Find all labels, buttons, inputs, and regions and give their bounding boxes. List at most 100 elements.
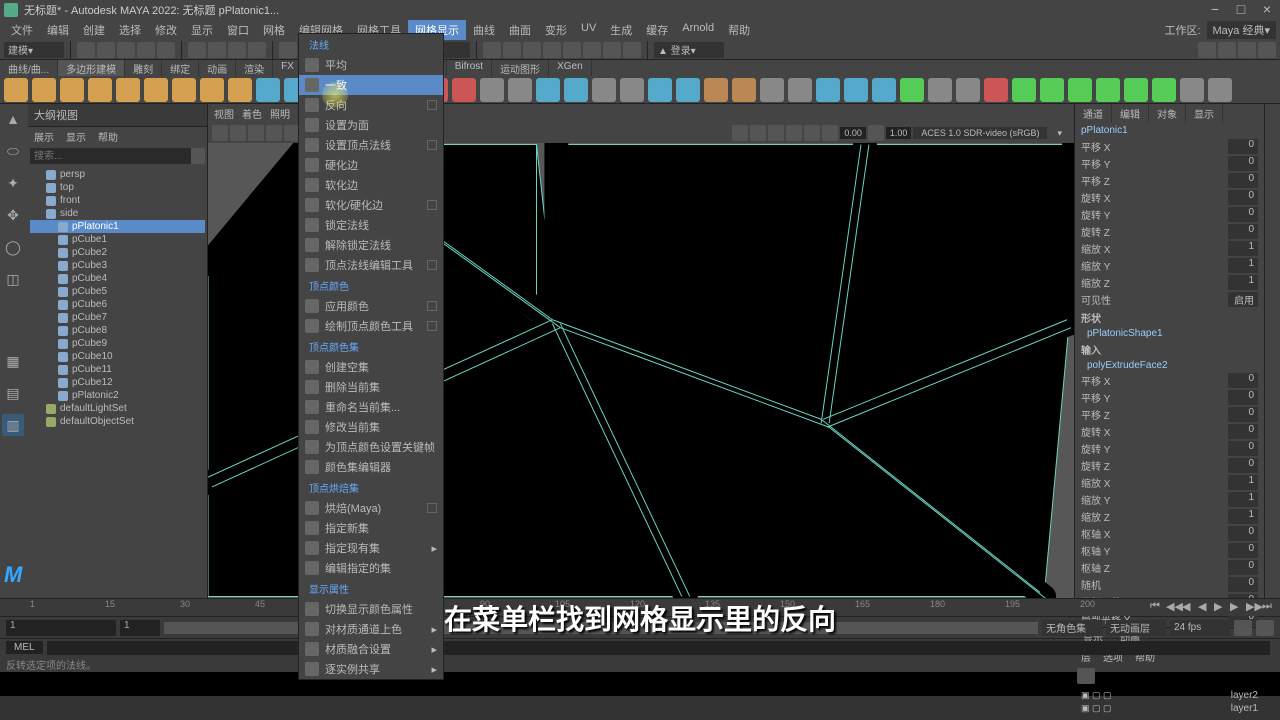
shelf-button[interactable] (816, 78, 840, 102)
hist1-icon[interactable] (483, 42, 501, 58)
outliner-item[interactable]: pCube10 (30, 350, 205, 363)
fps-combo[interactable]: 24 fps (1170, 620, 1230, 636)
shelf-button[interactable] (592, 78, 616, 102)
menu-14[interactable]: UV (574, 20, 603, 40)
outliner-menu[interactable]: 展示 (34, 129, 54, 144)
play-rev-icon[interactable]: ◀ (1198, 600, 1212, 614)
panel1-icon[interactable] (1198, 42, 1216, 58)
layout-tool-icon[interactable]: ▦ (2, 350, 24, 372)
channel-row[interactable]: 旋转 X0 (1075, 423, 1264, 440)
outliner-search[interactable] (30, 148, 191, 164)
vp-icon[interactable] (750, 125, 766, 141)
outliner-item[interactable]: pCube8 (30, 324, 205, 337)
channel-object[interactable]: pPlatonic1 (1075, 123, 1264, 138)
panel3-icon[interactable] (1238, 42, 1256, 58)
menu-item[interactable]: 应用颜色 (299, 296, 443, 316)
menu-item[interactable]: 指定现有集▸ (299, 538, 443, 558)
menu-item[interactable]: 烘焙(Maya) (299, 498, 443, 518)
play-fwd-icon[interactable]: ▶ (1214, 600, 1228, 614)
menu-13[interactable]: 变形 (538, 20, 574, 40)
shelf-tab[interactable]: 动画 (199, 60, 236, 76)
menu-18[interactable]: 帮助 (721, 20, 757, 40)
range-start[interactable]: 1 (6, 620, 116, 636)
vp-icon[interactable] (786, 125, 802, 141)
channel-row[interactable]: 平移 X0 (1075, 138, 1264, 155)
shelf-button[interactable] (200, 78, 224, 102)
menu-item[interactable]: 切换显示颜色属性 (299, 599, 443, 619)
channel-tab[interactable]: 显示 (1186, 104, 1223, 123)
workspace-combo[interactable]: Maya 经典▾ (1207, 21, 1276, 39)
layout2-icon[interactable]: ▤ (2, 382, 24, 404)
option-box-icon[interactable] (427, 321, 437, 331)
shelf-button[interactable] (1180, 78, 1204, 102)
channel-row[interactable]: 旋转 X0 (1075, 189, 1264, 206)
outliner-item[interactable]: front (30, 194, 205, 207)
menu-4[interactable]: 修改 (148, 20, 184, 40)
option-box-icon[interactable] (427, 100, 437, 110)
menu-5[interactable]: 显示 (184, 20, 220, 40)
prefs-icon[interactable] (1256, 620, 1274, 636)
channel-row[interactable]: 可见性启用 (1075, 291, 1264, 308)
play-start-icon[interactable]: ⏮ (1150, 600, 1164, 614)
shelf-button[interactable] (676, 78, 700, 102)
menu-0[interactable]: 文件 (4, 20, 40, 40)
menu-item[interactable]: 反向 (299, 95, 443, 115)
menu-12[interactable]: 曲面 (502, 20, 538, 40)
menu-item[interactable]: 顶点法线编辑工具 (299, 255, 443, 275)
hist3-icon[interactable] (523, 42, 541, 58)
channel-row[interactable]: 旋转 Z0 (1075, 457, 1264, 474)
menu-item[interactable]: 设置顶点法线 (299, 135, 443, 155)
outliner-item[interactable]: pCube2 (30, 246, 205, 259)
channel-row[interactable]: 平移 Z0 (1075, 172, 1264, 189)
shelf-tab[interactable]: XGen (549, 60, 592, 76)
shelf-button[interactable] (116, 78, 140, 102)
menu-item[interactable]: 绘制顶点颜色工具 (299, 316, 443, 336)
outliner-item[interactable]: pCube11 (30, 363, 205, 376)
shelf-button[interactable] (480, 78, 504, 102)
shelf-button[interactable] (732, 78, 756, 102)
channel-row[interactable]: 缩放 Z1 (1075, 274, 1264, 291)
menu-item[interactable]: 对材质通道上色▸ (299, 619, 443, 639)
menu-17[interactable]: Arnold (675, 20, 721, 40)
outliner-item[interactable]: side (30, 207, 205, 220)
render3-icon[interactable] (603, 42, 621, 58)
channel-row[interactable]: 平移 Y0 (1075, 155, 1264, 172)
shelf-button[interactable] (536, 78, 560, 102)
menu-item[interactable]: 编辑指定的集 (299, 558, 443, 578)
menu-item[interactable]: 创建空集 (299, 357, 443, 377)
menu-item[interactable]: 删除当前集 (299, 377, 443, 397)
shelf-button[interactable] (1152, 78, 1176, 102)
shelf-button[interactable] (872, 78, 896, 102)
shelf-button[interactable] (1012, 78, 1036, 102)
select-tool-icon[interactable]: ▲ (2, 108, 24, 130)
menu-item[interactable]: 设置为面 (299, 115, 443, 135)
menu-item[interactable]: 修改当前集 (299, 417, 443, 437)
exposure-value[interactable]: 0.00 (840, 127, 866, 139)
rotate-tool-icon[interactable]: ◯ (2, 236, 24, 258)
shelf-button[interactable] (88, 78, 112, 102)
shelf-tab[interactable]: 渲染 (236, 60, 273, 76)
menu-item[interactable]: 软化/硬化边 (299, 195, 443, 215)
channel-row[interactable]: 旋转 Z0 (1075, 223, 1264, 240)
close-button[interactable]: × (1258, 3, 1276, 17)
channel-row[interactable]: 平移 Y0 (1075, 389, 1264, 406)
vp-icon[interactable] (212, 125, 228, 141)
snap1-icon[interactable] (279, 42, 297, 58)
outliner-item[interactable]: pCube12 (30, 376, 205, 389)
outliner-item[interactable]: defaultObjectSet (30, 415, 205, 428)
menu-6[interactable]: 窗口 (220, 20, 256, 40)
channel-tab[interactable]: 对象 (1149, 104, 1186, 123)
option-box-icon[interactable] (427, 301, 437, 311)
shelf-button[interactable] (228, 78, 252, 102)
layer-add-icon[interactable] (1077, 668, 1095, 684)
render2-icon[interactable] (583, 42, 601, 58)
shelf-button[interactable] (452, 78, 476, 102)
shelf-button[interactable] (760, 78, 784, 102)
menu-3[interactable]: 选择 (112, 20, 148, 40)
scale-tool-icon[interactable]: ◫ (2, 268, 24, 290)
menu-item[interactable]: 颜色集编辑器 (299, 457, 443, 477)
layer-row[interactable]: ▣ ▢ ▢layer2 (1075, 689, 1264, 702)
shelf-button[interactable] (984, 78, 1008, 102)
shelf-button[interactable] (788, 78, 812, 102)
menu-11[interactable]: 曲线 (466, 20, 502, 40)
